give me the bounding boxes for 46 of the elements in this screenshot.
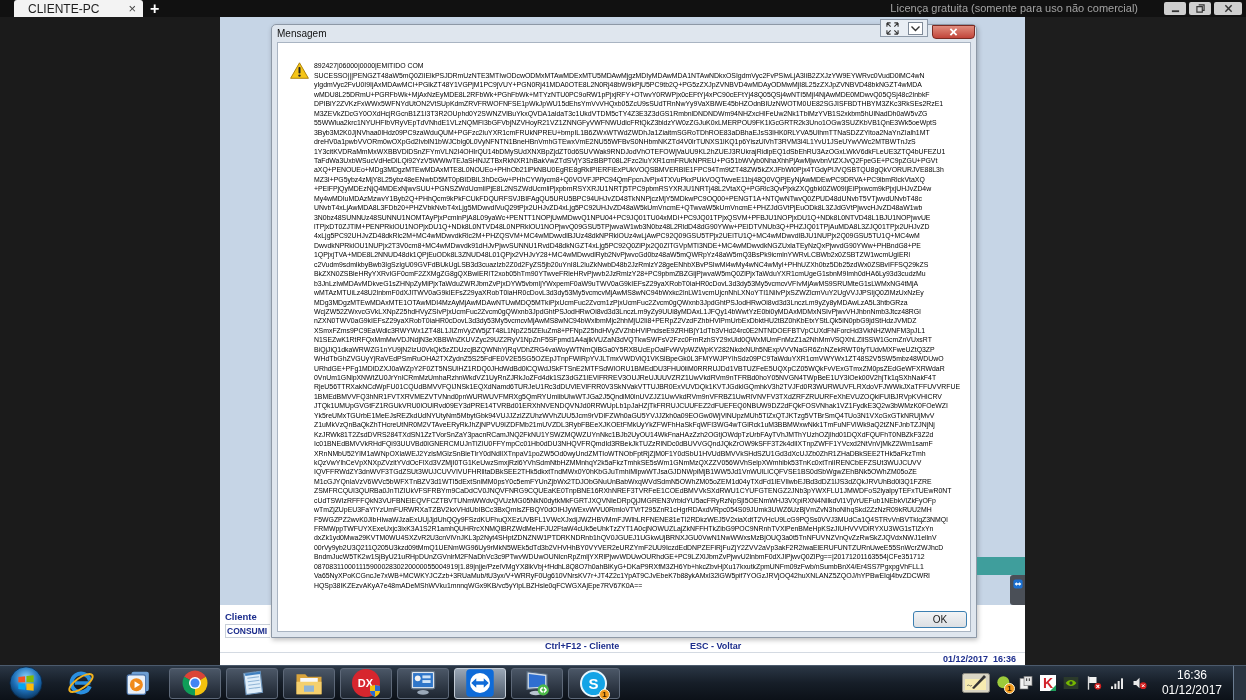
taskbar-clock[interactable]: 16:36 01/12/2017 <box>1161 668 1222 698</box>
letter-logo-icon: DX <box>351 669 380 697</box>
signature-pad-icon[interactable] <box>961 673 990 693</box>
caret-icon[interactable] <box>907 21 923 35</box>
fullscreen-icon[interactable] <box>885 21 899 35</box>
taskbar-button[interactable]: S 1 <box>567 667 620 699</box>
app-panel-strip <box>977 557 1025 575</box>
taskbar-button[interactable] <box>396 667 449 699</box>
pages-icon[interactable] <box>1017 675 1034 691</box>
close-button[interactable] <box>1214 2 1242 15</box>
ok-button[interactable]: OK <box>913 611 967 628</box>
shortcut-hint: ESC - Voltar <box>690 642 743 651</box>
taskbar-button[interactable] <box>510 667 563 699</box>
dialog-title: Mensagem <box>277 28 328 39</box>
customer-label: Cliente <box>225 611 257 622</box>
minimize-button[interactable] <box>1164 2 1186 15</box>
restore-button[interactable] <box>1189 2 1211 15</box>
taskbar-button[interactable] <box>282 667 335 699</box>
taskbar-button[interactable] <box>225 667 278 699</box>
restore-icon <box>1195 4 1205 13</box>
taskbar-button[interactable]: DX <box>339 667 392 699</box>
ball-icon[interactable] <box>995 675 1012 691</box>
count-badge: 1 <box>599 688 610 700</box>
session-tab[interactable]: CLIENTE-PC × <box>14 0 143 17</box>
new-tab-button[interactable]: + <box>147 0 163 17</box>
close-button[interactable] <box>932 25 975 39</box>
double-arrow-icon <box>1012 579 1023 589</box>
flag-icon[interactable] <box>1085 675 1103 691</box>
warning-icon <box>290 62 309 79</box>
show-desktop-button[interactable] <box>1233 666 1246 700</box>
license-notice: Licença gratuita (somente para uso não comercial) <box>890 3 1138 14</box>
close-icon <box>1223 4 1233 13</box>
shortcut-hint: Ctrl+F12 - Cliente <box>545 642 621 651</box>
play-icon <box>124 670 151 696</box>
start-button-icon[interactable] <box>9 666 43 700</box>
monitor-icon <box>408 669 437 697</box>
close-icon <box>949 28 958 36</box>
signal-icon[interactable] <box>1108 675 1125 691</box>
taskbar-button[interactable] <box>168 667 221 699</box>
status-datetime: 01/12/2017 16:36 <box>942 654 1016 664</box>
eye-logo-icon[interactable] <box>1061 675 1080 691</box>
count-badge: 1 <box>1003 683 1015 694</box>
customer-field[interactable]: CONSUMI <box>225 624 270 638</box>
tab-close-button[interactable]: × <box>126 2 138 15</box>
letter-logo-icon[interactable]: K <box>1039 675 1056 691</box>
side-panel-handle[interactable] <box>1010 575 1025 605</box>
